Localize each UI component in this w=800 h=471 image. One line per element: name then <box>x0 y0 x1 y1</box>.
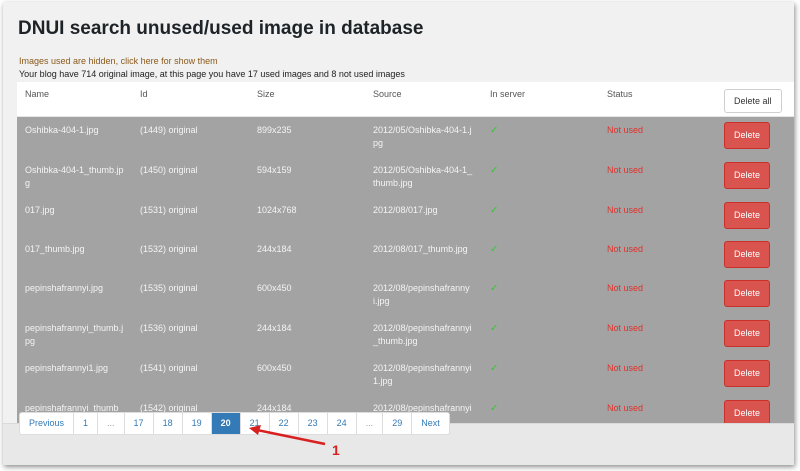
checkmark-icon: ✓ <box>490 322 499 334</box>
cell-in-server: ✓ <box>482 315 599 355</box>
table-row: pepinshafrannyi_thumb.jpg (1536) original… <box>17 314 794 355</box>
table-row: Oshibka-404-1_thumb.jpg (1450) original 59… <box>17 156 794 197</box>
cell-id: (1535) original <box>140 282 198 293</box>
window-frame: DNUI search unused/used image in databas… <box>3 2 794 465</box>
cell-name: pepinshafrannyi1.jpg <box>25 362 109 373</box>
table-header-row: Name Id Size Source In server Status Del… <box>17 82 794 117</box>
summary-text: Your blog have 714 original image, at th… <box>19 69 405 79</box>
cell-status: Not used <box>607 322 644 333</box>
cell-name: Oshibka-404-1_thumb.jpg <box>25 164 124 188</box>
page-link-19[interactable]: 19 <box>183 413 212 434</box>
delete-button[interactable]: Delete <box>724 319 771 347</box>
cell-id: (1450) original <box>140 164 198 175</box>
cell-source: 2012/08/017.jpg <box>373 204 438 215</box>
page-link-1[interactable]: 1 <box>74 413 99 434</box>
cell-in-server: ✓ <box>482 275 599 315</box>
cell-size: 244x184 <box>257 322 292 333</box>
cell-source: 2012/08/pepinshafrannyi_thumb.jpg <box>373 322 472 346</box>
checkmark-icon: ✓ <box>490 124 499 136</box>
delete-button[interactable]: Delete <box>724 359 771 387</box>
cell-actions: Delete <box>716 236 794 275</box>
cell-size: 899x235 <box>257 124 292 135</box>
header-in-server: In server <box>482 82 599 117</box>
delete-button[interactable]: Delete <box>724 201 771 229</box>
cell-status: Not used <box>607 282 644 293</box>
cell-actions: Delete <box>716 355 794 395</box>
cell-status: Not used <box>607 164 644 175</box>
delete-button[interactable]: Delete <box>724 121 771 149</box>
cell-source: 2012/05/Oshibka-404-1_thumb.jpg <box>373 164 473 188</box>
page-ellipsis: ... <box>98 413 125 434</box>
delete-button[interactable]: Delete <box>724 161 771 189</box>
delete-button[interactable]: Delete <box>724 240 771 268</box>
cell-size: 600x450 <box>257 362 292 373</box>
cell-id: (1532) original <box>140 243 198 254</box>
cell-in-server: ✓ <box>482 197 599 236</box>
cell-size: 600x450 <box>257 282 292 293</box>
cell-id: (1449) original <box>140 124 198 135</box>
table-row: 017_thumb.jpg (1532) original 244x184 2012/… <box>17 235 794 275</box>
cell-in-server: ✓ <box>482 116 599 157</box>
page-link-18[interactable]: 18 <box>154 413 183 434</box>
annotation-number: 1 <box>332 442 340 458</box>
annotation-arrow-icon <box>249 425 326 446</box>
checkmark-icon: ✓ <box>490 164 499 176</box>
cell-actions: Delete <box>716 275 794 315</box>
cell-size: 1024x768 <box>257 204 297 215</box>
checkmark-icon: ✓ <box>490 243 499 255</box>
cell-name: pepinshafrannyi.jpg <box>25 282 104 293</box>
cell-source: 2012/08/017_thumb.jpg <box>373 243 468 254</box>
cell-name: 017_thumb.jpg <box>25 243 85 254</box>
cell-status: Not used <box>607 204 644 215</box>
cell-name: Oshibka-404-1.jpg <box>25 124 99 135</box>
header-id: Id <box>132 82 249 117</box>
images-table: Name Id Size Source In server Status Del… <box>17 82 794 435</box>
page-link-20[interactable]: 20 <box>211 413 241 434</box>
page-ellipsis: ... <box>357 413 384 434</box>
cell-actions: Delete <box>716 157 794 197</box>
previous-page-button[interactable]: Previous <box>20 413 75 434</box>
header-name: Name <box>17 82 132 117</box>
show-used-images-link[interactable]: Images used are hidden, click here for s… <box>19 56 218 66</box>
page-title: DNUI search unused/used image in databas… <box>18 18 424 39</box>
checkmark-icon: ✓ <box>490 402 499 414</box>
cell-source: 2012/05/Oshibka-404-1.jpg <box>373 124 472 148</box>
pagination: Previous 1... 17 18 19 20 21 22 23 24... 29 Next <box>19 412 450 435</box>
table-row: Oshibka-404-1.jpg (1449) original 899x235 2… <box>17 116 794 157</box>
cell-in-server: ✓ <box>482 157 599 197</box>
cell-id: (1536) original <box>140 322 198 333</box>
header-size: Size <box>249 82 365 117</box>
cell-name: 017.jpg <box>25 204 55 215</box>
cell-actions: Delete <box>716 197 794 236</box>
table-row: 017.jpg (1531) original 1024x768 2012/08/01… <box>17 196 794 236</box>
cell-status: Not used <box>607 362 644 373</box>
cell-id: (1531) original <box>140 204 198 215</box>
table-row: pepinshafrannyi.jpg (1535) original 600x45… <box>17 274 794 315</box>
cell-source: 2012/08/pepinshafrannyi1.jpg <box>373 362 472 386</box>
cell-size: 244x184 <box>257 243 292 254</box>
table-row: pepinshafrannyi1.jpg (1541) original 600x4… <box>17 354 794 395</box>
checkmark-icon: ✓ <box>490 282 499 294</box>
cell-in-server: ✓ <box>482 236 599 275</box>
header-source: Source <box>365 82 482 117</box>
cell-source: 2012/08/pepinshafrannyi.jpg <box>373 282 470 306</box>
cell-status: Not used <box>607 243 644 254</box>
cell-name: pepinshafrannyi_thumb.jpg <box>25 322 124 346</box>
checkmark-icon: ✓ <box>490 204 499 216</box>
delete-all-button[interactable]: Delete all <box>724 89 782 113</box>
cell-size: 594x159 <box>257 164 292 175</box>
checkmark-icon: ✓ <box>490 362 499 374</box>
delete-button[interactable]: Delete <box>724 279 771 307</box>
header-status: Status <box>599 82 716 117</box>
cell-actions: Delete <box>716 116 794 157</box>
page-link-17[interactable]: 17 <box>125 413 154 434</box>
cell-actions: Delete <box>716 315 794 355</box>
cell-id: (1541) original <box>140 362 198 373</box>
cell-status: Not used <box>607 124 644 135</box>
cell-in-server: ✓ <box>482 355 599 395</box>
page-link-29[interactable]: 29 <box>383 413 413 434</box>
header-actions: Delete all <box>716 82 794 117</box>
table-body: Oshibka-404-1.jpg (1449) original 899x235 2… <box>17 116 794 435</box>
next-page-button[interactable]: Next <box>412 413 449 434</box>
